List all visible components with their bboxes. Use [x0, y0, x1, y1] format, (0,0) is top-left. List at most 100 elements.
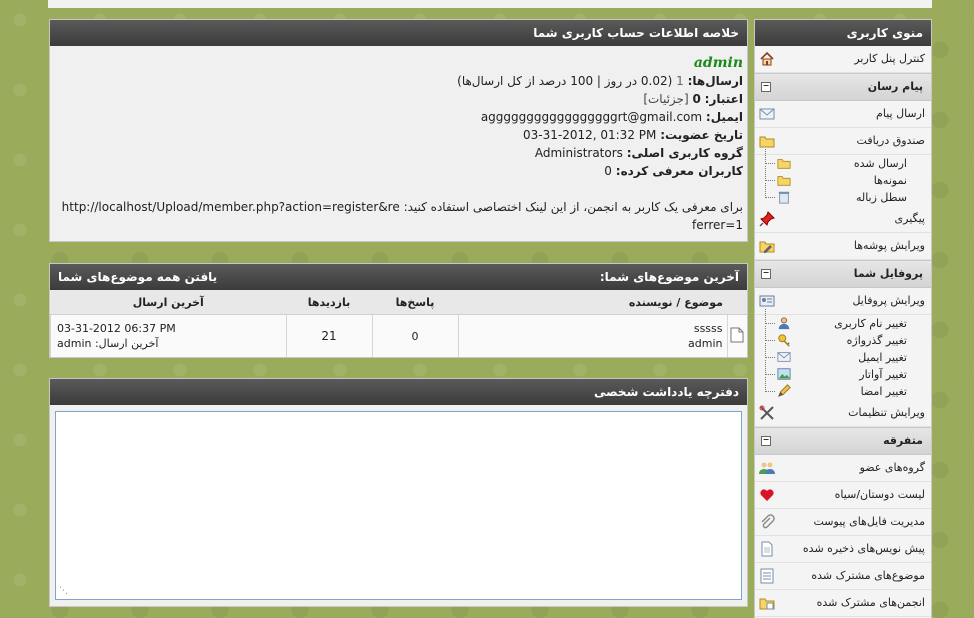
thread-last-post-cell: 03-31-2012 06:37 PM آخرین ارسال: admin: [50, 314, 286, 357]
sidebar-item[interactable]: تغییر امضا: [755, 377, 931, 400]
views-column-header: بازدیدها: [286, 290, 372, 315]
pushpin-icon: [759, 211, 775, 227]
reputation-value: 0: [692, 92, 701, 106]
primary-group-value: Administrators: [534, 146, 623, 160]
referred-users-label: کاربران معرفی کرده:: [615, 164, 743, 178]
sidebar-category[interactable]: پیام رسان −: [755, 73, 931, 101]
envelope-icon: [777, 350, 791, 364]
user-icon: [777, 316, 791, 330]
sidebar-item-label: موضوع‌های مشترک شده: [811, 569, 925, 582]
thread-document-icon: [730, 327, 744, 342]
last-post-date: 03-31-2012 06:37 PM: [57, 322, 176, 335]
summary-title: خلاصه اطلاعات حساب کاربری شما: [50, 20, 747, 46]
sidebar-item-label: تغییر نام کاربری: [834, 317, 907, 330]
key-icon: [777, 333, 791, 347]
table-row: sssss admin 0 21 03-31-2012 06:37 PM آخر…: [50, 314, 747, 357]
sidebar-item-label: مدیریت فایل‌های پیوست: [813, 515, 926, 528]
last-post-by-link[interactable]: admin: [57, 337, 91, 350]
reputation-label: اعتبار:: [704, 92, 743, 106]
sidebar-item[interactable]: تغییر گذرواژه: [755, 326, 931, 349]
sidebar-item-label: تغییر آواتار: [859, 368, 907, 381]
latest-threads-header: آخرین موضوع‌های شما: یافتن همه موضوع‌های…: [50, 264, 747, 290]
folder-icon: [777, 156, 791, 170]
sidebar-item[interactable]: تغییر آواتار: [755, 360, 931, 383]
referral-text: برای معرفی یک کاربر به انجمن، از این لین…: [403, 200, 743, 214]
sidebar-item[interactable]: پیش نویس‌های ذخیره شده: [755, 536, 931, 563]
resize-grip-icon[interactable]: ⋰: [59, 586, 68, 596]
threads-table: موضوع / نویسنده پاسخ‌ها بازدیدها آخرین ا…: [50, 290, 747, 357]
home-icon: [759, 51, 775, 67]
sidebar-item[interactable]: مدیریت فایل‌های پیوست: [755, 509, 931, 536]
sidebar-item[interactable]: ارسال شده: [755, 149, 931, 172]
sidebar-item[interactable]: ارسال پیام: [755, 101, 931, 128]
sidebar-item[interactable]: ویرایش پروفایل: [755, 288, 931, 315]
collapse-toggle-icon[interactable]: −: [761, 82, 771, 92]
sidebar-item-label: کنترل پنل کاربر: [854, 52, 925, 65]
sidebar-category-label: پروفایل شما: [853, 267, 923, 280]
sidebar-item[interactable]: ویرایش تنظیمات: [755, 400, 931, 427]
collapse-toggle-icon[interactable]: −: [761, 269, 771, 279]
thread-subject-link[interactable]: sssss: [460, 321, 723, 336]
sidebar-item-label: ارسال شده: [853, 157, 907, 170]
sidebar-list: کنترل پنل کاربر پیام رسان − ارسال پیام صندوق…: [755, 46, 931, 617]
sidebar-item[interactable]: صندوق دریافت: [755, 128, 931, 155]
subscribed-forum-icon: [759, 595, 775, 611]
registration-date-value: 03-31-2012, 01:32 PM: [523, 128, 657, 142]
sidebar-item[interactable]: تغییر ایمیل: [755, 343, 931, 366]
thread-status-cell: [726, 314, 747, 357]
sidebar-category-label: پیام رسان: [867, 80, 923, 93]
sidebar-item[interactable]: ویرایش پوشه‌ها: [755, 233, 931, 260]
sidebar-item-label: صندوق دریافت: [856, 134, 925, 147]
find-all-threads-link[interactable]: یافتن همه موضوع‌های شما: [58, 264, 217, 290]
sidebar-category[interactable]: پروفایل شما −: [755, 260, 931, 288]
sidebar-item[interactable]: گروه‌های عضو: [755, 455, 931, 482]
latest-threads-title: آخرین موضوع‌های شما:: [599, 270, 739, 284]
thread-replies[interactable]: 0: [371, 314, 458, 357]
registration-date-label: تاریخ عضویت:: [660, 128, 743, 142]
username[interactable]: admin: [694, 55, 743, 71]
posts-label: ارسال‌ها:: [687, 74, 743, 88]
sidebar-item-label: ویرایش پوشه‌ها: [853, 239, 925, 252]
sidebar-item[interactable]: لیست دوستان/سیاه: [755, 482, 931, 509]
picture-icon: [777, 367, 791, 381]
sidebar-item[interactable]: سطل زباله: [755, 183, 931, 206]
sidebar-item[interactable]: موضوع‌های مشترک شده: [755, 563, 931, 590]
sidebar-item[interactable]: تغییر نام کاربری: [755, 309, 931, 332]
folder-edit-icon: [759, 238, 775, 254]
sidebar-item-label: تغییر گذرواژه: [846, 334, 907, 347]
sidebar-item-label: سطل زباله: [855, 191, 907, 204]
thread-author-link[interactable]: admin: [460, 336, 722, 351]
subject-column-header: موضوع / نویسنده: [458, 290, 727, 315]
primary-group-label: گروه کاربری اصلی:: [626, 146, 743, 160]
heart-icon: [759, 487, 775, 503]
email-label: ایمیل:: [705, 110, 743, 124]
sidebar-item[interactable]: کنترل پنل کاربر: [755, 46, 931, 73]
posts-count[interactable]: 1: [676, 74, 684, 88]
reputation-details-link[interactable]: [جزئیات]: [643, 92, 688, 106]
account-summary-panel: خلاصه اطلاعات حساب کاربری شما admin ارسا…: [49, 19, 748, 242]
email-value: agggggggggggggggggrt@gmail.com: [480, 110, 703, 124]
sidebar-item[interactable]: انجمن‌های مشترک شده: [755, 590, 931, 617]
sidebar-item-label: تغییر ایمیل: [858, 351, 907, 364]
thread-views: 21: [285, 314, 372, 357]
notepad-textarea[interactable]: ⋰: [55, 411, 742, 600]
users-icon: [759, 460, 775, 476]
sidebar-item[interactable]: نمونه‌ها: [755, 166, 931, 189]
collapse-toggle-icon[interactable]: −: [761, 436, 771, 446]
sidebar-item-label: گروه‌های عضو: [859, 461, 925, 474]
sidebar-item-label: انجمن‌های مشترک شده: [816, 596, 925, 609]
trash-icon: [777, 190, 791, 204]
sidebar-item-label: ویرایش تنظیمات: [848, 406, 925, 419]
threads-table-header: موضوع / نویسنده پاسخ‌ها بازدیدها آخرین ا…: [50, 290, 747, 315]
last-post-by-label: آخرین ارسال:: [94, 337, 159, 350]
sidebar-item-label: پیش نویس‌های ذخیره شده: [802, 542, 925, 555]
sidebar-item-label: لیست دوستان/سیاه: [834, 488, 925, 501]
tools-icon: [759, 405, 775, 421]
profile-card-icon: [759, 293, 775, 309]
posts-detail: (0.02 در روز | 100 درصد از کل ارسال‌ها): [457, 74, 673, 88]
notepad-title: دفترچه یادداشت شخصی: [50, 379, 747, 405]
sidebar-category[interactable]: متفرقه −: [755, 427, 931, 455]
sidebar-item[interactable]: پیگیری: [755, 206, 931, 233]
personal-notepad-panel: دفترچه یادداشت شخصی ⋰: [49, 378, 748, 607]
subscribed-thread-icon: [759, 568, 775, 584]
